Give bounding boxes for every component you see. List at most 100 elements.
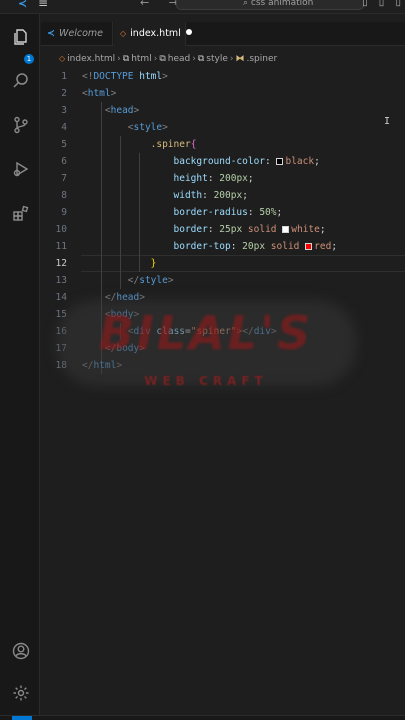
code-line[interactable]: 8 width: 200px; [41, 187, 405, 204]
command-search[interactable]: ⌕ css animation [176, 0, 364, 10]
chevron-right-icon: › [229, 54, 234, 64]
code-token: 200px [213, 190, 243, 201]
code-token: { [190, 139, 197, 150]
code-token: ; [247, 173, 254, 184]
code-token: 50% [259, 207, 277, 218]
settings-gear-icon[interactable] [12, 684, 30, 702]
breadcrumb-head[interactable]: head [168, 50, 190, 68]
chevron-right-icon: › [117, 54, 121, 64]
tab-index-html[interactable]: ◇ index.html [114, 22, 192, 46]
line-number: 13 [55, 275, 67, 286]
unsaved-dot-icon[interactable] [185, 29, 192, 35]
code-line[interactable]: 12 } [41, 255, 405, 272]
code-text: .spiner{ [82, 136, 197, 153]
html-icon: ◇ [59, 54, 66, 63]
code-token: DOCTYPE [93, 71, 134, 82]
code-token: : [207, 224, 220, 235]
status-bar [0, 715, 405, 720]
code-token: black [285, 156, 315, 167]
code-token: border [173, 224, 208, 235]
code-token: 200px [219, 173, 248, 184]
search-text: ⌕ css animation [243, 0, 314, 8]
watermark: BILAL'S WEB CRAFT [56, 298, 356, 394]
code-token: 20px [242, 241, 266, 252]
code-token: height [173, 173, 208, 184]
watermark-subtitle: WEB CRAFT [144, 374, 268, 388]
code-token: border-top [173, 241, 231, 252]
line-number: 10 [55, 224, 67, 235]
code-token: border-radius [173, 207, 248, 218]
code-line[interactable]: 1 <!DOCTYPE html> [41, 68, 405, 85]
menu-icon[interactable]: ≡ [38, 0, 48, 9]
code-line[interactable]: 11 border-top: 20px solid red; [41, 238, 405, 255]
watermark-title: BILAL'S [98, 306, 314, 360]
code-token: style [133, 122, 163, 133]
element-icon: ⧉ [122, 54, 130, 64]
code-token: .spiner [150, 139, 191, 150]
code-token: ; [319, 224, 326, 235]
color-swatch-icon[interactable] [276, 158, 284, 165]
code-line[interactable]: 2 <html> [41, 85, 405, 102]
explorer-badge: 1 [24, 54, 34, 64]
search-icon[interactable] [12, 72, 30, 90]
code-token: solid [270, 241, 300, 252]
run-debug-icon[interactable] [12, 160, 30, 178]
line-number: 5 [61, 139, 67, 150]
breadcrumb-html[interactable]: html [131, 50, 152, 68]
code-token: : [202, 190, 214, 201]
tab-welcome[interactable]: ≺ Welcome [41, 22, 113, 46]
code-token: : [247, 207, 260, 218]
code-line[interactable]: 5 .spiner{ [41, 136, 405, 153]
code-text: <style> [82, 119, 168, 136]
explorer-icon[interactable] [12, 28, 30, 46]
line-number: 4 [61, 122, 67, 133]
code-token: html [87, 88, 111, 99]
code-line[interactable]: 4 <style> [41, 119, 405, 136]
code-token: head [110, 105, 134, 116]
code-line[interactable]: 10 border: 25px solid white; [41, 221, 405, 238]
element-icon: ⧉ [197, 54, 205, 64]
window-controls[interactable]: ▯ ▯ ▯ [362, 0, 405, 9]
code-text: background-color: black; [82, 153, 320, 170]
code-token: > [133, 105, 140, 116]
breadcrumb-style[interactable]: style [206, 50, 228, 68]
breadcrumb-selector[interactable]: .spiner [246, 50, 277, 68]
chevron-right-icon: › [192, 54, 196, 64]
code-line[interactable]: 3 <head> [41, 102, 405, 119]
line-number: 11 [55, 241, 67, 252]
extensions-icon[interactable] [12, 204, 30, 222]
color-swatch-icon[interactable] [282, 226, 290, 233]
line-number: 9 [61, 207, 67, 218]
code-token: solid [247, 224, 277, 235]
code-editor[interactable]: 1 <!DOCTYPE html> 2 <html> 3 <head> 4 <style>… [41, 68, 405, 720]
code-token: red [314, 241, 332, 252]
code-line[interactable]: 9 border-radius: 50%; [41, 204, 405, 221]
remote-indicator[interactable] [12, 716, 32, 720]
color-swatch-icon[interactable] [305, 243, 313, 250]
code-token: > [167, 275, 174, 286]
html-icon: ◇ [120, 29, 127, 38]
title-bar: ≺ ≡ ← → ⌕ css animation ▯ ▯ ▯ [0, 0, 405, 14]
code-line[interactable]: 7 height: 200px; [41, 170, 405, 187]
code-line[interactable]: 13 </style> [41, 272, 405, 289]
code-text: width: 200px; [82, 187, 248, 204]
code-line[interactable]: 6 background-color: black; [41, 153, 405, 170]
element-icon: ⧉ [159, 54, 166, 64]
code-token: </ [127, 275, 140, 286]
code-token: > [162, 122, 168, 133]
source-control-icon[interactable] [12, 116, 30, 134]
code-token: white [291, 224, 320, 235]
code-text: border-radius: 50%; [82, 204, 283, 221]
selector-icon: ⧓ [235, 54, 245, 64]
line-number: 12 [55, 258, 67, 269]
breadcrumb-file[interactable]: index.html [67, 50, 115, 68]
code-token: ; [314, 156, 320, 167]
account-icon[interactable] [12, 642, 30, 660]
